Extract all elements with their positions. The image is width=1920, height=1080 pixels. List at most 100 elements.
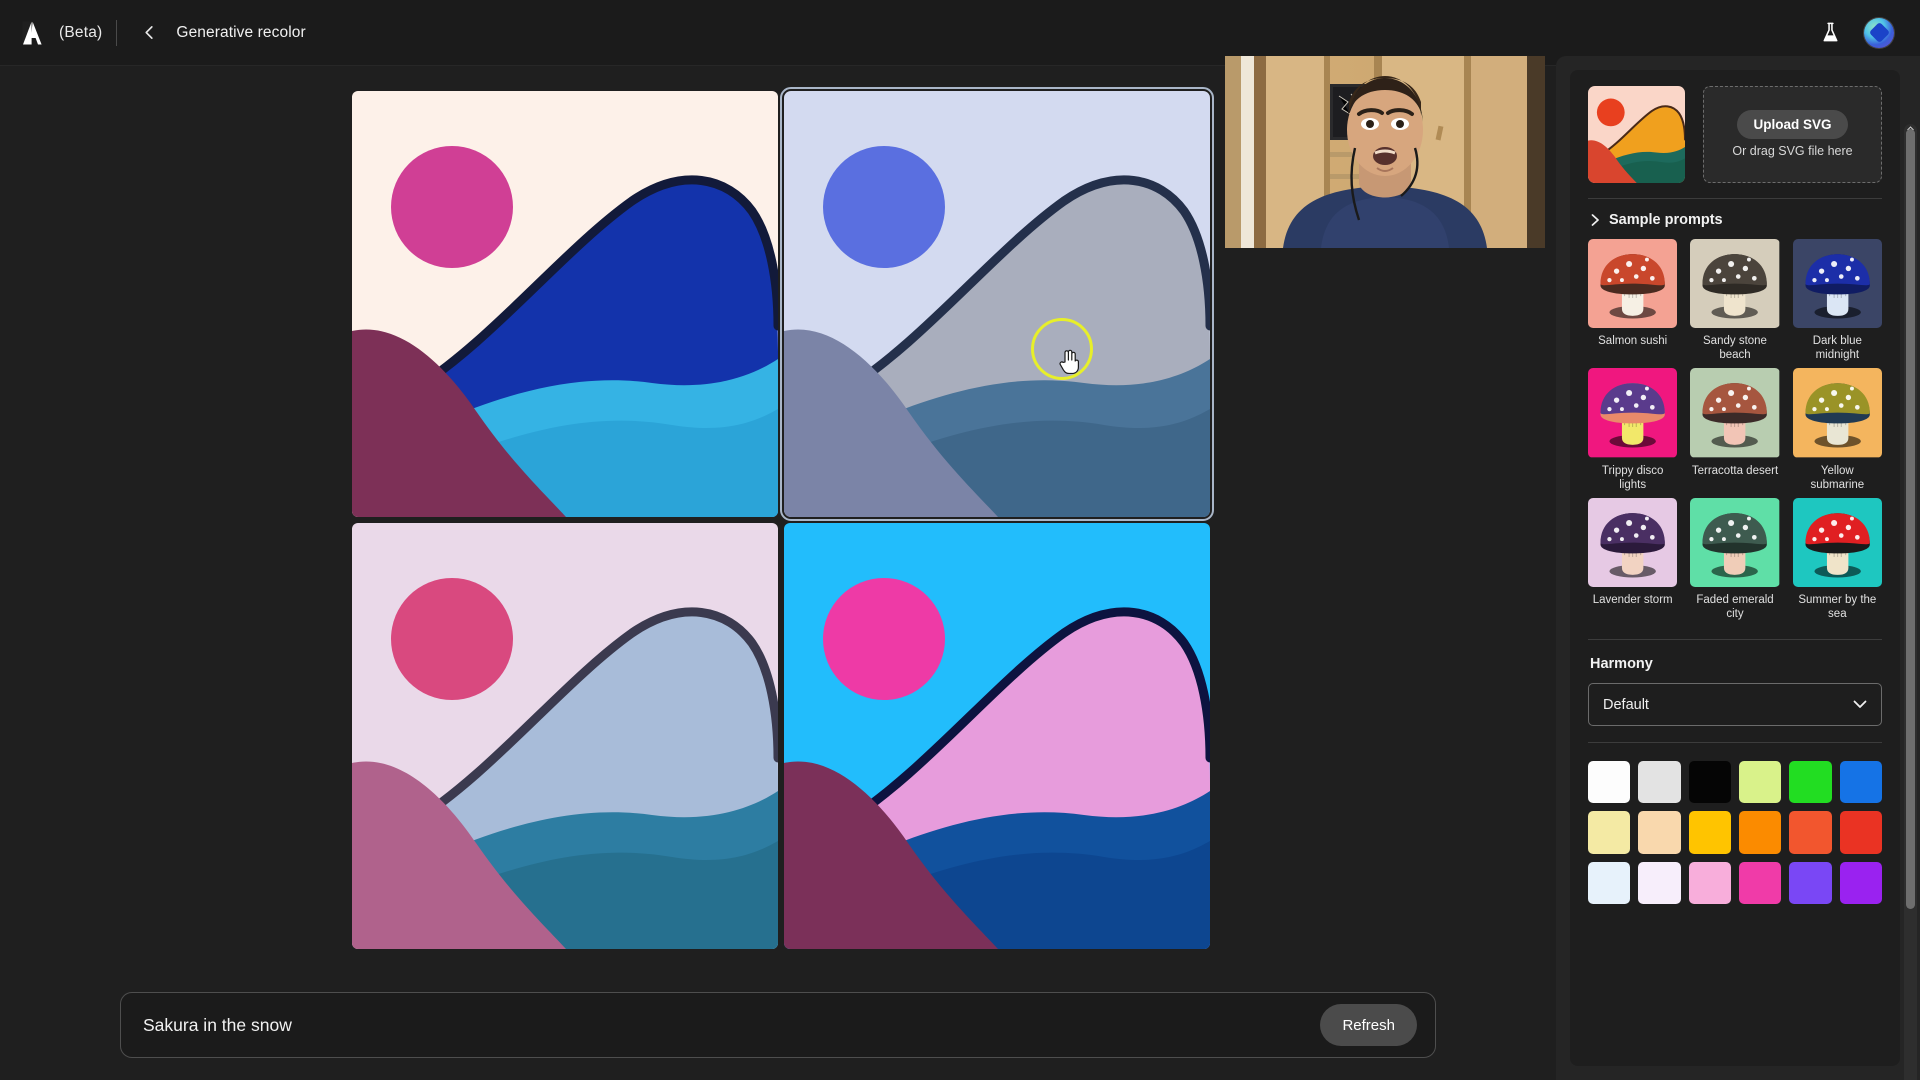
- sample-prompt-label: Dark blue midnight: [1812, 335, 1862, 362]
- sample-prompts-toggle[interactable]: Sample prompts: [1588, 199, 1882, 239]
- sample-prompt-card[interactable]: Yellow submarine: [1792, 368, 1882, 493]
- color-swatch[interactable]: [1638, 761, 1681, 804]
- avatar-inner-glyph: [1868, 21, 1890, 44]
- mushroom-icon: [1792, 368, 1882, 458]
- sample-prompt-card[interactable]: Trippy disco lights: [1588, 368, 1678, 493]
- color-swatch[interactable]: [1688, 811, 1732, 854]
- sample-prompt-label: Yellow submarine: [1810, 464, 1865, 491]
- mushroom-icon: [1588, 239, 1678, 329]
- chevron-left-icon: [145, 26, 153, 39]
- artwork-4: [784, 523, 1210, 949]
- sample-prompt-label: Faded emerald city: [1696, 594, 1774, 621]
- sample-prompt-card[interactable]: Summer by the sea: [1792, 497, 1882, 623]
- mushroom-icon: [1690, 368, 1780, 458]
- dropzone-hint: Or drag SVG file here: [1732, 143, 1853, 158]
- chevron-down-icon: [1853, 700, 1867, 708]
- mushroom-icon: [1792, 239, 1882, 329]
- color-swatch[interactable]: [1688, 861, 1732, 905]
- color-swatch[interactable]: [1588, 761, 1631, 804]
- prompt-bar: Refresh: [120, 992, 1436, 1058]
- toolbar-divider: [116, 19, 118, 46]
- color-swatch[interactable]: [1789, 811, 1832, 854]
- sample-prompts-label: Sample prompts: [1609, 212, 1723, 228]
- sample-prompt-label: Summer by the sea: [1798, 594, 1877, 621]
- color-swatch[interactable]: [1839, 761, 1883, 804]
- upload-svg-button[interactable]: Upload SVG: [1737, 109, 1848, 139]
- sample-prompt-label: Trippy disco lights: [1601, 464, 1664, 491]
- back-button[interactable]: [134, 18, 164, 48]
- color-swatch[interactable]: [1588, 861, 1631, 905]
- chevron-right-icon: [1591, 214, 1599, 226]
- artwork-2: [784, 91, 1210, 517]
- color-swatch[interactable]: [1789, 861, 1832, 905]
- artwork-3: [352, 523, 778, 949]
- sample-prompt-thumbnail: [1792, 497, 1882, 588]
- sample-prompt-thumbnail: [1588, 239, 1678, 329]
- flask-icon[interactable]: [1819, 21, 1842, 44]
- avatar[interactable]: [1864, 17, 1894, 48]
- color-swatch-grid: [1588, 761, 1883, 905]
- color-swatch[interactable]: [1739, 861, 1782, 905]
- sample-prompt-card[interactable]: Terracotta desert: [1690, 368, 1780, 493]
- refresh-button[interactable]: Refresh: [1320, 1004, 1417, 1046]
- harmony-label: Harmony: [1590, 656, 1653, 673]
- mushroom-icon: [1792, 497, 1882, 588]
- panel-scrollbar[interactable]: [1904, 124, 1917, 1080]
- color-swatch[interactable]: [1638, 861, 1681, 905]
- recolor-result-tile-1[interactable]: [352, 91, 778, 517]
- source-artwork-thumbnail[interactable]: [1588, 86, 1685, 183]
- webcam-overlay: [1225, 56, 1545, 248]
- topbar-actions: [1819, 17, 1920, 48]
- sample-prompt-label: Terracotta desert: [1691, 464, 1779, 477]
- sample-prompts-grid: Salmon sushi Sandy stone beach Dark blue m…: [1588, 239, 1882, 623]
- sample-prompt-thumbnail: [1690, 497, 1780, 588]
- sample-prompt-card[interactable]: Lavender storm: [1588, 497, 1678, 623]
- sample-prompt-card[interactable]: Sandy stone beach: [1690, 239, 1780, 364]
- sample-prompt-card[interactable]: Dark blue midnight: [1792, 239, 1882, 364]
- color-swatch[interactable]: [1638, 811, 1681, 854]
- mushroom-icon: [1588, 497, 1678, 588]
- color-swatch[interactable]: [1839, 861, 1883, 905]
- adobe-logo-icon: [22, 21, 42, 44]
- results-grid: [352, 87, 1214, 949]
- divider-3: [1588, 742, 1882, 744]
- sample-prompt-card[interactable]: Faded emerald city: [1690, 497, 1780, 623]
- sample-prompt-card[interactable]: Salmon sushi: [1588, 239, 1678, 364]
- color-swatch[interactable]: [1839, 811, 1883, 854]
- prompt-input[interactable]: [121, 1014, 1321, 1036]
- panel-scrollbar-thumb[interactable]: [1906, 129, 1915, 909]
- sample-prompt-thumbnail: [1792, 239, 1882, 329]
- svg-dropzone[interactable]: Upload SVG Or drag SVG file here: [1703, 86, 1882, 183]
- recolor-result-tile-4[interactable]: [784, 523, 1210, 949]
- harmony-selected-value: Default: [1603, 696, 1649, 713]
- page-title: Generative recolor: [176, 23, 306, 41]
- sample-prompt-label: Lavender storm: [1592, 594, 1673, 607]
- source-artwork: [1588, 86, 1685, 183]
- color-swatch[interactable]: [1789, 761, 1832, 804]
- sample-prompt-label: Salmon sushi: [1598, 335, 1668, 348]
- right-panel: Upload SVG Or drag SVG file here Sample …: [1556, 56, 1920, 1080]
- color-swatch[interactable]: [1588, 811, 1631, 854]
- app-root: (Beta) Generative recolor Sakura in the …: [0, 0, 1920, 1080]
- recolor-result-tile-2[interactable]: [780, 87, 1214, 521]
- color-swatch[interactable]: [1688, 761, 1732, 804]
- mushroom-icon: [1588, 368, 1678, 458]
- color-swatch[interactable]: [1739, 811, 1782, 854]
- sample-prompt-thumbnail: [1690, 368, 1780, 458]
- sample-prompt-thumbnail: [1792, 368, 1882, 458]
- brand-area: (Beta): [0, 21, 102, 45]
- mushroom-icon: [1690, 239, 1780, 329]
- sample-prompt-thumbnail: [1588, 368, 1678, 458]
- panel-content: Upload SVG Or drag SVG file here Sample …: [1570, 70, 1900, 1066]
- sample-prompt-label: Sandy stone beach: [1703, 335, 1767, 362]
- upload-row: Upload SVG Or drag SVG file here: [1588, 86, 1882, 183]
- recolor-result-tile-3[interactable]: [352, 523, 778, 949]
- artwork-1: [352, 91, 778, 517]
- beta-label: (Beta): [59, 23, 103, 41]
- sample-prompt-thumbnail: [1690, 239, 1780, 329]
- sample-prompt-thumbnail: [1588, 497, 1678, 588]
- harmony-select[interactable]: Default: [1588, 683, 1882, 727]
- mushroom-icon: [1690, 497, 1780, 588]
- color-swatch[interactable]: [1739, 761, 1782, 804]
- divider-2: [1588, 639, 1882, 641]
